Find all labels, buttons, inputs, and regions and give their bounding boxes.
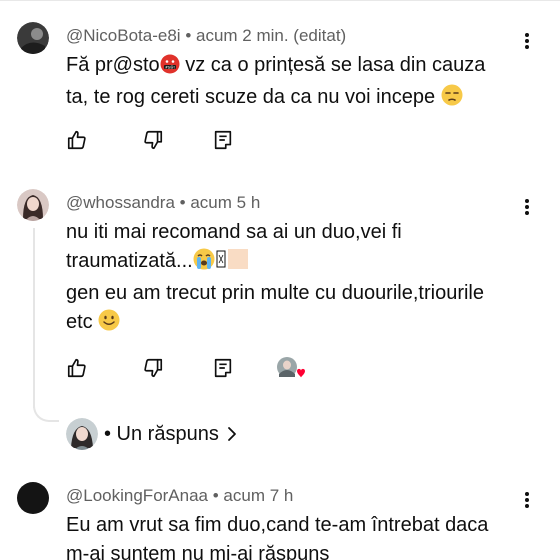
thumbs-up-icon	[67, 130, 86, 150]
comment-actions	[66, 129, 266, 153]
avatar[interactable]	[17, 22, 49, 54]
unknown-glyph-icon	[215, 248, 227, 279]
chevron-right-icon	[227, 427, 236, 441]
thread-line	[33, 228, 35, 408]
comment-actions	[66, 357, 316, 381]
comment-meta: @whossandra • acum 5 h	[66, 193, 260, 213]
timestamp: acum 2 min. (editat)	[196, 26, 347, 45]
avatar-image-icon	[17, 22, 49, 54]
meta-separator: •	[174, 193, 191, 212]
dislike-button[interactable]	[142, 129, 164, 151]
like-button[interactable]	[66, 129, 88, 151]
replies-count-label: • Un răspuns	[104, 422, 219, 445]
top-divider	[0, 0, 560, 1]
comment-text: nu iti mai recomand sa ai un duo,vei fi …	[66, 218, 516, 340]
author-name[interactable]: @whossandra	[66, 193, 175, 212]
crying-face-emoji-icon	[193, 248, 215, 279]
more-button[interactable]	[520, 489, 534, 511]
creator-heart-badge	[276, 356, 306, 382]
reply-avatar-icon	[66, 418, 98, 450]
comment-text: Eu am vrut sa fim duo,cand te-am întreba…	[66, 514, 489, 560]
author-name[interactable]: @LookingForAnaa	[66, 486, 208, 505]
unamused-face-emoji-icon	[441, 84, 463, 115]
swearing-face-emoji-icon: #$@!	[160, 54, 180, 83]
slightly-smiling-face-emoji-icon	[98, 309, 120, 340]
reply-icon	[214, 358, 232, 378]
reply-button[interactable]	[212, 129, 234, 151]
comment-text: Fă pr@sto #$@! vz ca o prințesă se lasa d…	[66, 51, 516, 115]
more-button[interactable]	[520, 30, 534, 52]
creator-heart-icon	[277, 357, 305, 378]
thread-curve	[33, 396, 59, 422]
author-name[interactable]: @NicoBota-e8i	[66, 26, 181, 45]
thumbs-down-icon	[144, 130, 163, 150]
thumbs-down-icon	[144, 358, 163, 378]
timestamp: acum 5 h	[190, 193, 261, 212]
meta-separator: •	[180, 26, 196, 45]
dislike-button[interactable]	[142, 357, 164, 379]
view-replies-button[interactable]: • Un răspuns	[66, 417, 237, 451]
svg-text:#$@!: #$@!	[165, 66, 175, 70]
skin-tone-swatch-icon	[227, 248, 249, 279]
avatar-image-icon	[17, 189, 49, 221]
avatar[interactable]	[17, 189, 49, 221]
avatar[interactable]	[17, 482, 49, 514]
timestamp: acum 7 h	[223, 486, 294, 505]
meta-separator: •	[208, 486, 224, 505]
reply-button[interactable]	[212, 357, 234, 379]
more-button[interactable]	[520, 196, 534, 218]
reply-avatar	[66, 418, 98, 450]
thumbs-up-icon	[67, 358, 86, 378]
comment-meta: @LookingForAnaa • acum 7 h	[66, 486, 293, 506]
reply-icon	[214, 130, 232, 150]
like-button[interactable]	[66, 357, 88, 379]
comment-meta: @NicoBota-e8i • acum 2 min. (editat)	[66, 26, 346, 46]
